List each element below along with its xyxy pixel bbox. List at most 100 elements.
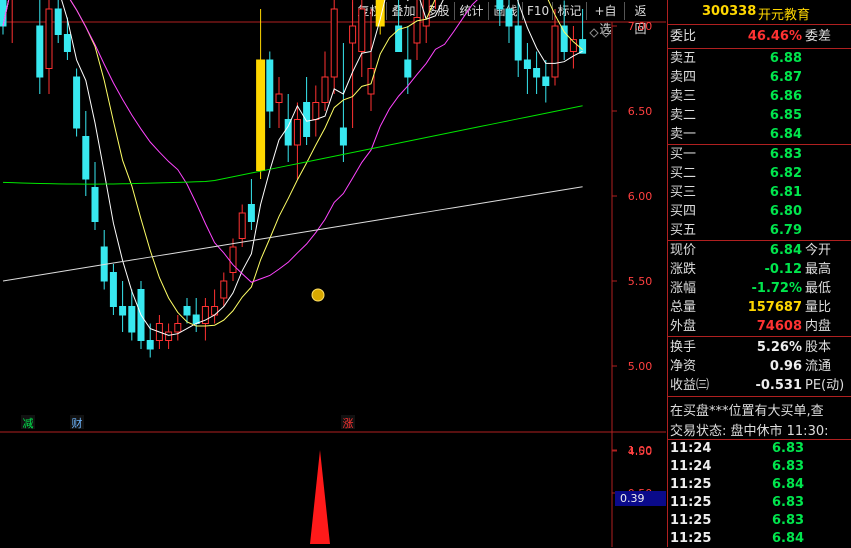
stat-row-4: 外盘 74608 内盘 — [668, 318, 851, 336]
ask-level-3-value: 6.86 — [769, 89, 802, 104]
candle-body — [174, 323, 182, 333]
stat-row-3-label: 总量 — [670, 300, 697, 315]
candle-body — [183, 306, 191, 316]
bid-level-1-label: 买一 — [670, 147, 697, 162]
price-tick-label: 5.50 — [628, 275, 653, 288]
trade-row: 11:25 6.83 — [668, 512, 851, 530]
candle-body — [404, 59, 412, 78]
order-ratio-row: 委比 46.46% 委差 — [668, 28, 851, 46]
stat-row-2-value: -1.72% — [751, 281, 803, 296]
ma5-line — [2, 0, 583, 336]
sub-tick-label: 1.00 — [628, 444, 653, 457]
candle-body — [73, 76, 81, 129]
candle-body — [63, 34, 71, 52]
marker-1: 财 — [72, 416, 83, 430]
candle-body — [523, 59, 531, 69]
candle-body — [542, 76, 550, 86]
ask-level-1-label: 卖一 — [670, 127, 697, 142]
candle-body — [109, 272, 117, 307]
candle-body — [128, 306, 136, 333]
candle-body — [82, 136, 90, 180]
stat-row-4-value: 74608 — [756, 319, 802, 334]
price-tick-label: 5.00 — [628, 360, 653, 373]
bid-level-2: 买二 6.82 — [668, 165, 851, 183]
ask-level-5-value: 6.88 — [769, 51, 802, 66]
candle-body — [0, 0, 7, 27]
bid-level-2-label: 买二 — [670, 166, 697, 181]
trade-row: 11:25 6.83 — [668, 494, 851, 512]
ask-level-2-value: 6.85 — [769, 108, 802, 123]
ma20-line — [2, 0, 478, 283]
fund-row-2-value: -0.531 — [755, 378, 802, 393]
marker-0: 减 — [23, 417, 34, 430]
stat-row-2: 涨幅 -1.72% 最低 — [668, 280, 851, 298]
fund-row-0-label: 换手 — [670, 340, 697, 355]
diamond-icon — [589, 28, 599, 38]
candle-body — [165, 331, 173, 341]
ask-level-1: 卖一 6.84 — [668, 126, 851, 144]
candle-body — [349, 25, 357, 44]
candle-body — [375, 0, 385, 27]
trade-row: 11:24 6.83 — [668, 458, 851, 476]
price-tick-label: 7.00 — [628, 20, 653, 33]
order-alert-message[interactable]: 在买盘***位置有大买单,查 — [670, 400, 824, 419]
stat-row-2-label: 涨幅 — [670, 281, 697, 296]
candle-body — [256, 59, 266, 171]
bid-level-1-value: 6.83 — [769, 147, 802, 162]
candle-body — [238, 212, 246, 239]
candle-body — [330, 8, 338, 78]
candle-body — [321, 76, 329, 103]
fund-row-0-value: 5.26% — [756, 340, 802, 355]
candle-body — [54, 8, 62, 35]
divider — [668, 24, 851, 25]
bid-level-5: 买五 6.79 — [668, 222, 851, 240]
stat-row-2-label2: 最低 — [805, 281, 832, 296]
ask-level-3-label: 卖三 — [670, 89, 697, 104]
ask-level-4-value: 6.87 — [769, 70, 802, 85]
candle-body — [91, 187, 99, 222]
price-tick-label: 6.00 — [628, 190, 653, 203]
ask-level-2-label: 卖二 — [670, 108, 697, 123]
candle-body — [358, 8, 366, 52]
trade-row: 11:25 6.84 — [668, 476, 851, 494]
fund-row-2-label: 收益㈢ — [670, 378, 710, 393]
kline-chart[interactable]: 8.508.007.507.006.506.005.505.004.501.00… — [0, 0, 666, 547]
bid-level-5-label: 买五 — [670, 223, 697, 238]
stat-row-3-value: 157687 — [747, 300, 802, 315]
trade-price: 6.83 — [772, 459, 805, 474]
divider — [668, 396, 851, 397]
candle-body — [560, 25, 568, 52]
candle-body — [284, 119, 292, 146]
stat-row-0-label2: 今开 — [805, 243, 832, 258]
trade-row: 11:24 6.83 — [668, 440, 851, 458]
ask-level-5-label: 卖五 — [670, 51, 697, 66]
trade-price: 6.84 — [772, 477, 805, 492]
stat-row-3: 总量 157687 量比 — [668, 299, 851, 317]
trade-time: 11:24 — [670, 459, 712, 474]
sub-value: 0.39 — [620, 492, 645, 505]
divider — [668, 48, 851, 49]
ma10-line — [2, 0, 583, 327]
trade-state: 交易状态: 盘中休市 11:30: — [670, 424, 829, 439]
stock-name: 开元教育 — [758, 8, 811, 23]
ma60-line — [2, 105, 583, 185]
bid-level-3-value: 6.81 — [769, 185, 802, 200]
candle-body — [551, 25, 559, 78]
candle-body — [247, 204, 255, 222]
ask-level-2: 卖二 6.85 — [668, 107, 851, 125]
fund-row-0-label2: 股本 — [805, 340, 832, 355]
ma120-line — [2, 186, 583, 282]
bid-level-2-value: 6.82 — [769, 166, 802, 181]
trade-time: 11:25 — [670, 477, 712, 492]
trade-price: 6.83 — [772, 495, 805, 510]
candle-body — [533, 68, 541, 78]
ask-level-4-label: 卖四 — [670, 70, 697, 85]
fund-row-1-value: 0.96 — [769, 359, 802, 374]
trade-time: 11:25 — [670, 531, 712, 546]
candle-body — [293, 119, 301, 146]
candle-body — [220, 280, 228, 299]
marker-2: 涨 — [343, 417, 354, 430]
quote-panel: 300338 开元教育 委比 46.46% 委差 卖五 6.88 卖四 6.87 卖三 6… — [667, 0, 851, 547]
fund-row-0: 换手 5.26% 股本 — [668, 339, 851, 357]
ask-level-3: 卖三 6.86 — [668, 88, 851, 106]
